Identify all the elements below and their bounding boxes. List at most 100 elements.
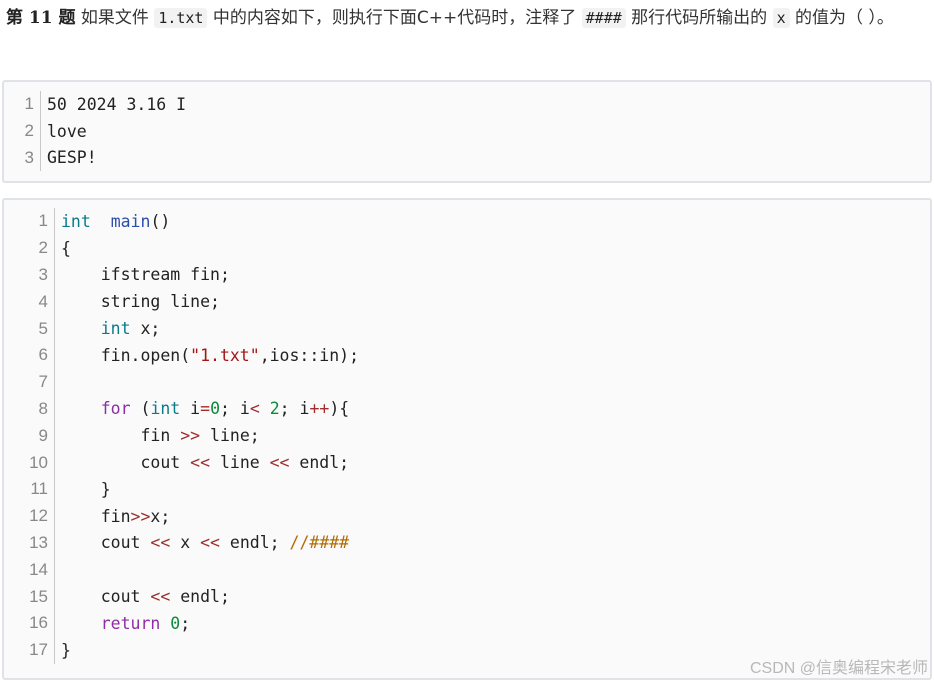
code-token: int (61, 211, 91, 231)
code-line-text: fin>>x; (61, 506, 171, 526)
gutter-separator (40, 117, 41, 145)
code-line-text: return 0; (61, 614, 190, 633)
code-token: endl; (170, 587, 230, 607)
code-token: = (200, 399, 211, 419)
question-text-end: 的值为（ ）。 (795, 8, 894, 28)
code-line: 2 love (4, 117, 186, 145)
file-lines: 1 50 2024 3.16 I 2 love 3 GESP! (4, 91, 187, 172)
gutter-separator (54, 583, 55, 610)
line-number: 13 (29, 532, 48, 552)
code-token: endl; (289, 453, 350, 473)
gutter-separator (54, 556, 55, 584)
code-line: 6 fin.open("1.txt",ios::in); (4, 341, 359, 369)
gutter-separator (54, 315, 55, 342)
line-number: 17 (29, 640, 48, 660)
gutter-separator (54, 529, 55, 557)
code-line-text: int main() (61, 212, 170, 231)
code-line: 15 cout << endl; (4, 583, 359, 610)
line-number: 2 (38, 238, 48, 258)
code-token: ; i (279, 399, 310, 419)
cpp-code-block: 1 int main() 2{3 ifstream fin; 4 string lin… (2, 198, 932, 680)
gutter-separator (54, 368, 55, 396)
code-token: () (150, 211, 171, 231)
code-line: 5 int x; (4, 315, 359, 342)
gutter-separator (40, 91, 41, 118)
gutter-separator (54, 609, 55, 637)
question-number: 第 11 题 (6, 8, 76, 28)
code-token: string line; (61, 292, 220, 312)
code-token: } (61, 479, 111, 499)
code-line-text: cout << endl; (61, 587, 230, 606)
question-text-before: 如果文件 (80, 8, 149, 28)
code-line-text: string line; (61, 292, 220, 311)
file-line-text: 50 2024 3.16 I (47, 94, 187, 114)
code-line: 12 fin>>x; (4, 502, 359, 530)
gutter-separator (54, 502, 55, 530)
line-number: 16 (29, 613, 48, 633)
code-token: << (200, 533, 220, 553)
code-line: 11 } (4, 475, 359, 503)
code-token: ; (180, 613, 191, 633)
gutter-separator (54, 422, 55, 450)
code-line: 10 cout << line << endl; (4, 449, 359, 476)
code-token: line; (200, 426, 260, 446)
gutter-separator (54, 341, 55, 369)
code-token: fin.open( (61, 345, 191, 365)
code-token: ifstream fin; (61, 265, 230, 285)
gutter-separator (54, 636, 55, 664)
code-token: << (150, 587, 171, 607)
code-token: int (150, 399, 181, 419)
line-number: 1 (24, 94, 34, 114)
code-token: << (269, 453, 290, 473)
code-token: >> (130, 506, 151, 526)
line-number: 8 (38, 398, 48, 418)
question-text-middle: 中的内容如下，则执行下面C++代码时，注释了 (212, 8, 577, 28)
code-line-text: for (int i=0; i< 2; i++){ (61, 399, 349, 418)
inline-filename: 1.txt (154, 8, 208, 28)
line-number: 9 (38, 425, 48, 445)
code-token: "1.txt" (190, 345, 260, 365)
gutter-separator (54, 395, 55, 423)
code-token: x; (150, 506, 171, 526)
code-line-text: } (61, 480, 111, 499)
code-line: 16 return 0; (4, 609, 359, 637)
code-line-text: cout << line << endl; (61, 453, 349, 472)
gutter-separator (54, 234, 55, 262)
line-number: 10 (29, 452, 48, 472)
code-token: << (150, 533, 171, 553)
code-line: 14 (4, 556, 359, 584)
code-token: } (61, 640, 71, 660)
code-line: 9 fin >> line; (4, 422, 359, 450)
line-number: 4 (38, 291, 48, 311)
code-token: cout (61, 453, 191, 473)
code-line: 2{ (4, 234, 359, 262)
code-token: for (100, 399, 131, 419)
code-token: 2 (269, 399, 280, 419)
code-token: cout (61, 587, 151, 607)
line-number: 14 (29, 559, 48, 579)
file-content-block: 1 50 2024 3.16 I 2 love 3 GESP! (2, 80, 932, 183)
code-line: 4 string line; (4, 288, 359, 316)
question-text: 第 11 题 如果文件 1.txt 中的内容如下，则执行下面C++代码时，注释了… (6, 4, 926, 32)
code-line: 7 (4, 368, 359, 396)
gutter-separator (54, 261, 55, 289)
line-number: 6 (38, 345, 48, 365)
code-line-text: } (61, 641, 71, 660)
code-line-text: cout << x << endl; //#### (61, 533, 349, 552)
line-number: 12 (29, 506, 48, 526)
code-line: 1 int main() (4, 208, 359, 235)
code-line-text: fin >> line; (61, 426, 260, 446)
file-line-text: GESP! (47, 148, 97, 168)
code-token: { (61, 238, 71, 258)
code-token: 0 (210, 399, 220, 419)
code-token: ,ios::in); (259, 345, 360, 365)
code-token: fin (61, 426, 181, 446)
code-line-text: fin.open("1.txt",ios::in); (61, 346, 359, 365)
code-token: < (249, 399, 260, 419)
question-text-after: 那行代码所输出的 (631, 8, 768, 28)
line-number: 11 (30, 479, 48, 499)
